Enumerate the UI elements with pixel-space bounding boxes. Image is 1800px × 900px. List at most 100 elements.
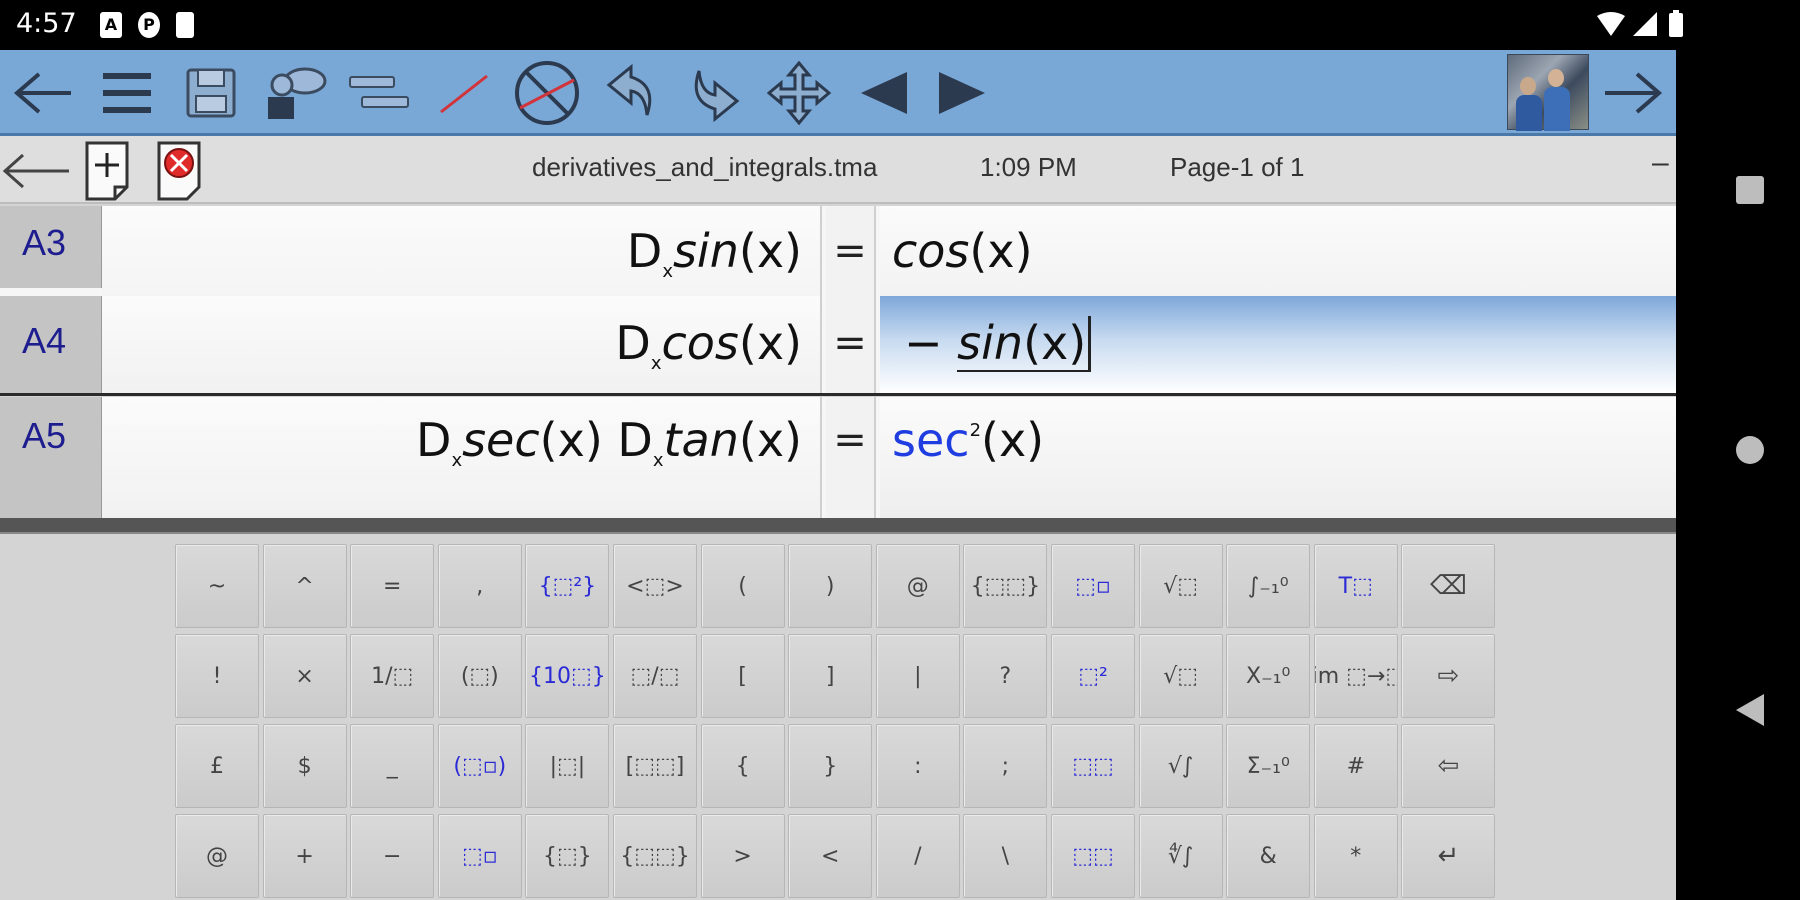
row-rhs[interactable]: − sin(x) [880, 296, 1676, 393]
keyboard-key[interactable]: (⬚▫) [437, 724, 522, 808]
prev-icon[interactable] [846, 56, 920, 130]
keyboard-key[interactable]: √⬚ [1138, 634, 1223, 718]
android-nav-bar [1700, 50, 1800, 900]
keyboard-key[interactable]: [⬚⬚] [613, 724, 697, 808]
keyboard-key[interactable]: ↵ [1401, 814, 1496, 898]
keyboard-key[interactable]: + [262, 814, 347, 898]
align-icon[interactable] [342, 56, 416, 130]
keyboard-key[interactable]: {⬚⬚} [963, 544, 1048, 628]
keyboard-key[interactable]: 1/⬚ [350, 634, 435, 718]
keyboard-key[interactable]: ; [963, 724, 1048, 808]
keyboard-key[interactable]: ? [963, 634, 1048, 718]
keyboard-key[interactable]: {⬚²} [525, 544, 610, 628]
expression-row[interactable]: A5 Dxsec(x) Dxtan(x) = sec2(x) [0, 397, 1676, 519]
keyboard-key[interactable]: = [350, 544, 435, 628]
redo-icon[interactable] [678, 56, 752, 130]
move-icon[interactable] [762, 56, 836, 130]
pen-icon[interactable] [426, 56, 500, 130]
keyboard-key[interactable]: ^ [262, 544, 347, 628]
keyboard-key[interactable]: ⬚▫ [437, 814, 522, 898]
keyboard-key[interactable]: @ [175, 814, 259, 898]
keyboard-key[interactable]: } [788, 724, 873, 808]
expression-row-selected[interactable]: A4 Dxcos(x) = − sin(x) [0, 296, 1676, 396]
keyboard-key[interactable]: − [350, 814, 435, 898]
keyboard-key[interactable]: # [1313, 724, 1398, 808]
forward-arrow-icon[interactable] [1596, 56, 1670, 130]
keyboard-key[interactable]: ⬚⬚ [1051, 814, 1135, 898]
next-icon[interactable] [926, 56, 1000, 130]
keyboard-key[interactable]: (⬚) [437, 634, 522, 718]
row-equals: = [826, 397, 876, 519]
menu-icon[interactable] [90, 56, 164, 130]
keyboard-key[interactable]: { [700, 724, 785, 808]
keyboard-key[interactable]: X₋₁⁰ [1226, 634, 1311, 718]
row-label[interactable]: A3 [0, 206, 102, 288]
back-page-icon[interactable] [0, 142, 72, 200]
keyboard-key[interactable]: | [875, 634, 960, 718]
keyboard-key[interactable]: ∫₋₁⁰ [1226, 544, 1311, 628]
sd-card-icon [176, 12, 194, 38]
keyboard-key[interactable]: × [262, 634, 347, 718]
add-page-icon[interactable] [82, 141, 132, 201]
keyboard-key[interactable]: |⬚| [525, 724, 610, 808]
page-indicator: Page-1 of 1 [1170, 152, 1305, 182]
keyboard-key[interactable]: ⬚▫ [1051, 544, 1135, 628]
keyboard-key[interactable]: T⬚ [1313, 544, 1398, 628]
battery-icon [1669, 13, 1683, 37]
row-lhs[interactable]: Dxsec(x) Dxtan(x) [102, 397, 822, 519]
keyboard-key[interactable]: ⬚² [1051, 634, 1135, 718]
keyboard-key[interactable]: \ [963, 814, 1048, 898]
keyboard-key[interactable]: ⇨ [1401, 634, 1496, 718]
keyboard-key[interactable]: ( [700, 544, 785, 628]
keyboard-key[interactable]: _ [350, 724, 435, 808]
keyboard-key[interactable]: @ [875, 544, 960, 628]
keyboard-key[interactable]: ⌫ [1401, 544, 1496, 628]
no-draw-icon[interactable] [510, 56, 584, 130]
keyboard-key[interactable]: ) [788, 544, 873, 628]
keyboard-key[interactable]: < [788, 814, 873, 898]
keyboard-key[interactable]: : [875, 724, 960, 808]
keyboard-key[interactable]: ] [788, 634, 873, 718]
keyboard-key[interactable]: √⬚ [1138, 544, 1223, 628]
keyboard-key[interactable]: , [437, 544, 522, 628]
keyboard-key[interactable]: £ [175, 724, 259, 808]
avatar[interactable] [1507, 54, 1589, 131]
keyboard-key[interactable]: lim ⬚→⬚ [1313, 634, 1398, 718]
keyboard-key[interactable]: {10⬚} [525, 634, 610, 718]
keyboard-key[interactable]: & [1226, 814, 1311, 898]
keyboard-key[interactable]: ⬚⬚ [1051, 724, 1135, 808]
keyboard-key[interactable]: {⬚} [525, 814, 610, 898]
keyboard-key[interactable]: √∫ [1138, 724, 1223, 808]
row-label[interactable]: A4 [0, 296, 102, 393]
keyboard-key[interactable]: ∜∫ [1138, 814, 1223, 898]
row-label[interactable]: A5 [0, 397, 102, 519]
keyboard-key[interactable]: <⬚> [613, 544, 697, 628]
divider [0, 518, 1676, 534]
keyboard-key[interactable]: * [1313, 814, 1398, 898]
keyboard-key[interactable]: Σ₋₁⁰ [1226, 724, 1311, 808]
keyboard-key[interactable]: [ [700, 634, 785, 718]
back-nav-icon[interactable] [1720, 680, 1780, 740]
delete-page-icon[interactable] [154, 141, 204, 201]
keyboard-key[interactable]: $ [262, 724, 347, 808]
back-arrow-icon[interactable] [6, 56, 80, 130]
circle-nav-icon[interactable] [1720, 420, 1780, 480]
row-rhs[interactable]: sec2(x) [880, 397, 1676, 519]
keyboard-key[interactable]: {⬚⬚} [613, 814, 697, 898]
app-window: derivatives_and_integrals.tma 1:09 PM Pa… [0, 50, 1676, 900]
keyboard-key[interactable]: ⇦ [1401, 724, 1496, 808]
minimize-button[interactable]: – [1652, 146, 1669, 180]
document-header: derivatives_and_integrals.tma 1:09 PM Pa… [0, 136, 1676, 204]
keyboard-key[interactable]: > [700, 814, 785, 898]
row-lhs[interactable]: Dxcos(x) [102, 296, 822, 393]
undo-icon[interactable] [594, 56, 668, 130]
keyboard-key[interactable]: ⬚/⬚ [613, 634, 697, 718]
keyboard-key[interactable]: ! [175, 634, 259, 718]
text-cursor: sin(x) [957, 316, 1092, 372]
square-nav-icon[interactable] [1720, 160, 1780, 220]
keyboard-key[interactable]: ~ [175, 544, 259, 628]
status-time: 4:57 [16, 8, 77, 39]
shapes-icon[interactable] [258, 56, 332, 130]
save-icon[interactable] [174, 56, 248, 130]
keyboard-key[interactable]: / [875, 814, 960, 898]
